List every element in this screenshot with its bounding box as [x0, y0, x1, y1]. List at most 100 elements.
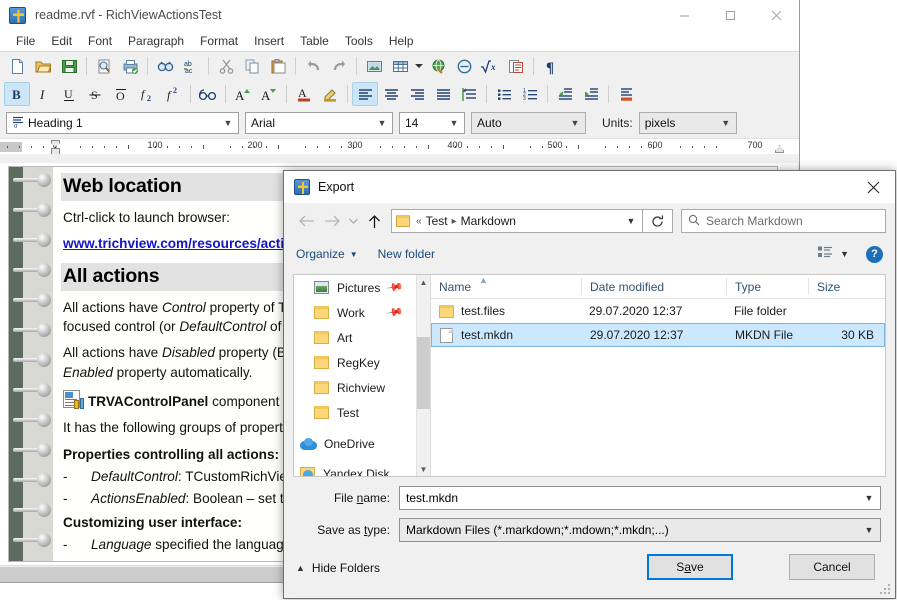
minimize-icon[interactable]	[661, 0, 707, 30]
grow-font-icon[interactable]: A	[230, 82, 256, 106]
paste-icon[interactable]	[265, 54, 291, 78]
strikethrough-icon[interactable]: S	[82, 82, 108, 106]
file-name-input[interactable]: test.mkdn ▼	[399, 486, 881, 510]
breadcrumb-segment-markdown[interactable]: Markdown	[459, 214, 518, 228]
chevron-down-icon[interactable]: ▼	[374, 118, 390, 128]
insert-page-icon[interactable]	[503, 54, 529, 78]
save-icon[interactable]	[56, 54, 82, 78]
show-formatting-marks-icon[interactable]: ¶	[538, 54, 564, 78]
back-arrow-icon[interactable]	[293, 208, 319, 234]
tree-item-art[interactable]: Art	[294, 325, 416, 350]
redo-icon[interactable]	[326, 54, 352, 78]
align-left-icon[interactable]	[352, 82, 378, 106]
horizontal-ruler[interactable]: 0 100 200 300 400 500 600 700	[0, 138, 799, 154]
new-folder-button[interactable]: New folder	[378, 247, 435, 261]
tree-item-regkey[interactable]: RegKey	[294, 350, 416, 375]
tree-item-onedrive[interactable]: OneDrive	[294, 431, 416, 456]
overline-icon[interactable]: O	[108, 82, 134, 106]
tree-item-pictures[interactable]: Pictures 📌	[294, 275, 416, 300]
scroll-up-icon[interactable]: ▲	[417, 275, 430, 289]
copy-icon[interactable]	[239, 54, 265, 78]
menu-item-tools[interactable]: Tools	[337, 32, 381, 50]
menu-item-table[interactable]: Table	[292, 32, 337, 50]
find-icon[interactable]	[152, 54, 178, 78]
tree-item-test[interactable]: Test	[294, 400, 416, 425]
align-center-icon[interactable]	[378, 82, 404, 106]
insert-picture-icon[interactable]	[361, 54, 387, 78]
file-list[interactable]: Name Date modified Type Size ▲ test.file…	[430, 275, 885, 476]
tree-scrollbar[interactable]: ▲ ▼	[416, 275, 430, 476]
menu-item-paragraph[interactable]: Paragraph	[120, 32, 192, 50]
chevron-down-icon[interactable]: ▼	[860, 525, 878, 535]
insert-symbol-icon[interactable]	[451, 54, 477, 78]
breadcrumb-segment-test[interactable]: Test	[424, 214, 450, 228]
save-as-type-select[interactable]: Markdown Files (*.markdown;*.mdown;*.mkd…	[399, 518, 881, 542]
pin-icon[interactable]: 📌	[386, 278, 405, 297]
organize-button[interactable]: Organize ▼	[296, 247, 358, 261]
left-indent-marker[interactable]	[51, 148, 60, 154]
search-input[interactable]: Search Markdown	[681, 209, 886, 233]
align-justify-icon[interactable]	[430, 82, 456, 106]
tree-item-work[interactable]: Work 📌	[294, 300, 416, 325]
highlight-color-icon[interactable]	[317, 82, 343, 106]
superscript-icon[interactable]: f2	[160, 82, 186, 106]
breadcrumb[interactable]: « Test ▸ Markdown ▼	[391, 209, 643, 233]
decrease-indent-icon[interactable]	[552, 82, 578, 106]
help-button[interactable]: ?	[866, 245, 883, 263]
menu-item-help[interactable]: Help	[381, 32, 422, 50]
menu-item-file[interactable]: File	[8, 32, 43, 50]
undo-icon[interactable]	[300, 54, 326, 78]
italic-icon[interactable]: I	[30, 82, 56, 106]
line-spacing-icon[interactable]	[456, 82, 482, 106]
column-header-size[interactable]: Size	[808, 278, 883, 295]
breadcrumb-overflow-icon[interactable]: «	[414, 216, 424, 227]
table-row[interactable]: test.mkdn 29.07.2020 12:37 MKDN File 30 …	[431, 323, 885, 347]
font-name-combo[interactable]: Arial ▼	[245, 112, 393, 134]
subscript-icon[interactable]: f2	[134, 82, 160, 106]
refresh-icon[interactable]	[643, 209, 673, 233]
column-header-name[interactable]: Name	[431, 278, 581, 295]
bullet-list-icon[interactable]	[491, 82, 517, 106]
font-color-icon[interactable]: A	[291, 82, 317, 106]
chevron-down-icon[interactable]: ▼	[220, 118, 236, 128]
underline-icon[interactable]: U	[56, 82, 82, 106]
menu-item-format[interactable]: Format	[192, 32, 246, 50]
chevron-down-icon[interactable]: ▼	[840, 249, 849, 259]
shrink-font-icon[interactable]: A	[256, 82, 282, 106]
forward-arrow-icon[interactable]	[319, 208, 345, 234]
column-header-date-modified[interactable]: Date modified	[581, 278, 726, 295]
column-header-type[interactable]: Type	[726, 278, 808, 295]
cut-icon[interactable]	[213, 54, 239, 78]
recent-locations-caret-icon[interactable]	[345, 208, 361, 234]
chevron-down-icon[interactable]: ▼	[446, 118, 462, 128]
chevron-down-icon[interactable]: ▼	[622, 216, 640, 226]
hide-folders-toggle[interactable]: ▲ Hide Folders	[296, 561, 380, 575]
pin-icon[interactable]: 📌	[386, 303, 405, 322]
resize-grip[interactable]	[880, 584, 892, 596]
chevron-down-icon[interactable]: ▼	[860, 493, 878, 503]
scroll-down-icon[interactable]: ▼	[417, 462, 430, 476]
numbered-list-icon[interactable]: 123	[517, 82, 543, 106]
view-options[interactable]: ▼	[818, 246, 849, 262]
print-icon[interactable]	[117, 54, 143, 78]
insert-formula-icon[interactable]: x	[477, 54, 503, 78]
up-arrow-icon[interactable]	[361, 208, 387, 234]
font-size-combo[interactable]: 14 ▼	[399, 112, 465, 134]
units-combo[interactable]: pixels ▼	[638, 112, 737, 134]
menu-item-insert[interactable]: Insert	[246, 32, 292, 50]
close-icon[interactable]	[851, 171, 895, 203]
table-row[interactable]: test.files 29.07.2020 12:37 File folder	[431, 299, 885, 323]
tree-item-yandex-disk[interactable]: Yandex.Disk	[294, 461, 416, 476]
menu-item-font[interactable]: Font	[80, 32, 120, 50]
paragraph-background-icon[interactable]	[613, 82, 639, 106]
insert-table-icon[interactable]	[387, 54, 413, 78]
save-button[interactable]: Sa ve	[647, 554, 733, 580]
cancel-button[interactable]: Cancel	[789, 554, 875, 580]
open-folder-icon[interactable]	[30, 54, 56, 78]
chevron-down-icon[interactable]: ▼	[567, 118, 583, 128]
scrollbar-thumb[interactable]	[417, 337, 430, 409]
replace-icon[interactable]: ab ac	[178, 54, 204, 78]
menu-item-edit[interactable]: Edit	[43, 32, 80, 50]
new-document-icon[interactable]	[4, 54, 30, 78]
table-dropdown-caret-icon[interactable]	[413, 54, 425, 78]
